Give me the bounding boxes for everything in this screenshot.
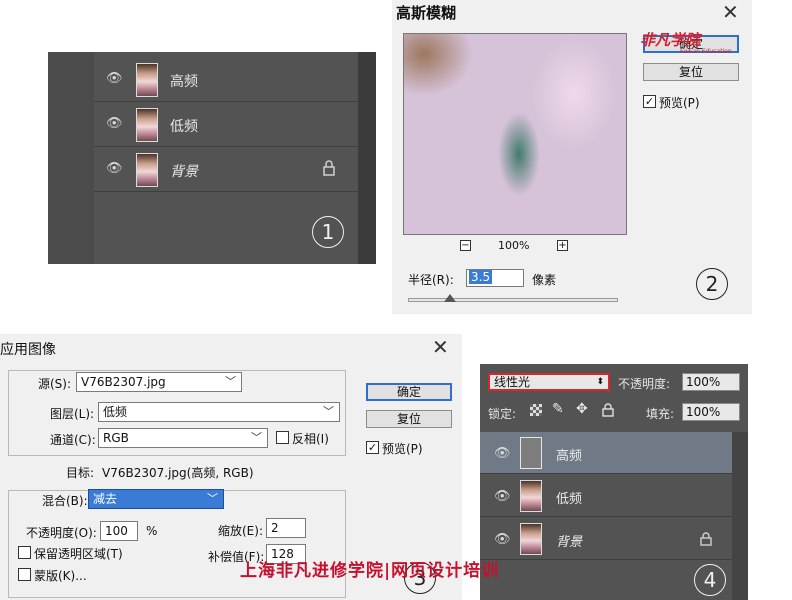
reset-button[interactable]: 复位 [366,410,452,428]
blending-label: 混合(B): [42,494,88,508]
lock-label: 锁定: [488,407,517,421]
layer-thumbnail [520,480,542,512]
channel-value: RGB [103,431,129,445]
target-label: 目标: [66,466,95,480]
watermark-text: 上海非凡进修学院|网页设计培训 [240,561,500,581]
lock-icon [700,532,712,546]
preview-checkbox[interactable]: ✓ [366,441,379,454]
layer-value: 低频 [103,405,128,419]
opacity-unit: % [146,524,158,538]
lock-icon[interactable] [602,403,614,417]
radius-input[interactable]: 3.5 [466,269,524,287]
fill-label: 填充: [646,407,675,421]
layer-name: 低频 [170,119,198,135]
layer-name: 背景 [170,164,198,180]
source-select[interactable]: V76B2307.jpg ﹀ [76,372,242,392]
preserve-transparency-label: 保留透明区域(T) [34,547,123,561]
preview-checkbox[interactable]: ✓ [643,95,656,108]
preview-label: 预览(P) [659,96,700,110]
layer-row-background[interactable]: 👁 背景 [94,148,358,192]
panel-left-gutter [48,52,94,264]
mask-checkbox[interactable] [18,568,31,581]
step-number-4: 4 [694,564,726,596]
mask-label: 蒙版(K)... [34,569,87,583]
step-number-1: 1 [312,216,344,248]
chevron-down-icon: ﹀ [207,492,218,505]
lock-icon [323,160,335,176]
zoom-level: 100% [498,239,530,252]
blending-value: 减去 [93,492,118,506]
dialog-title: 应用图像 [0,342,56,358]
target-value: V76B2307.jpg(高频, RGB) [102,466,254,480]
ok-button[interactable]: 确定 [366,383,452,401]
radius-label: 半径(R): [408,273,454,287]
radius-slider-thumb[interactable] [444,294,456,302]
radius-value: 3.5 [469,270,493,284]
panel-scrollbar[interactable] [358,52,376,264]
reset-button[interactable]: 复位 [643,63,739,81]
updown-icon: ⬍ [596,377,604,387]
channel-select[interactable]: RGB ﹀ [98,428,268,448]
eye-icon[interactable]: 👁 [106,162,123,176]
lock-transparent-pixels-icon[interactable] [530,404,542,416]
blend-mode-value: 线性光 [494,375,531,389]
eye-icon[interactable]: 👁 [106,72,123,86]
fill-input[interactable]: 100% [682,403,740,421]
channel-label: 通道(C): [50,433,96,447]
opacity-input[interactable]: 100 [100,521,138,541]
layer-row-high[interactable]: 👁 高频 [94,58,358,102]
dialog-title: 高斯模糊 [396,4,457,22]
eye-icon[interactable]: 👁 [494,532,511,547]
layer-name: 低频 [556,492,583,507]
invert-checkbox[interactable] [276,431,289,444]
move-icon[interactable]: ✥ [576,401,588,417]
close-icon[interactable]: ✕ [432,335,449,359]
preserve-transparency-checkbox[interactable] [18,546,31,559]
layer-name: 高频 [556,449,583,464]
layer-thumbnail [520,437,542,469]
layer-label: 图层(L): [50,407,95,421]
layer-row-low[interactable]: 👁 低频 [94,103,358,147]
blur-preview-area[interactable] [403,33,627,235]
scale-label: 缩放(E): [218,524,263,538]
layer-thumbnail [520,523,542,555]
opacity-input[interactable]: 100% [682,373,740,391]
close-icon[interactable]: ✕ [722,0,739,24]
radius-slider-track[interactable] [408,298,618,302]
layer-thumbnail [136,153,158,187]
layer-thumbnail [136,108,158,142]
opacity-label: 不透明度(O): [26,526,97,540]
source-label: 源(S): [38,377,72,391]
invert-label: 反相(I) [292,432,329,446]
chevron-down-icon: ﹀ [251,431,262,444]
step-number-2: 2 [696,268,728,300]
layer-row-background[interactable]: 👁 背景 [480,518,732,560]
layer-select[interactable]: 低频 ﹀ [98,402,340,422]
layer-name: 高频 [170,74,198,90]
preview-label: 预览(P) [382,442,423,456]
blending-select[interactable]: 减去 ﹀ [88,489,224,509]
eye-icon[interactable]: 👁 [106,117,123,131]
blend-mode-select[interactable]: 线性光 ⬍ [488,373,610,391]
chevron-down-icon: ﹀ [225,375,236,388]
zoom-in-button[interactable]: + [557,240,568,251]
zoom-out-button[interactable]: − [460,240,471,251]
layers-panel-4: 线性光 ⬍ 不透明度: 100% 锁定: ✎ ✥ 填充: 100% 👁 高频 👁… [480,364,748,600]
layer-thumbnail [136,63,158,97]
brand-logo-subtitle: FeiFan Education [680,48,732,55]
layer-row-low[interactable]: 👁 低频 [480,475,732,517]
scale-input[interactable]: 2 [266,518,306,538]
chevron-down-icon: ﹀ [323,405,334,418]
radius-unit: 像素 [532,273,557,287]
eye-icon[interactable]: 👁 [494,489,511,504]
panel-scrollbar[interactable] [732,432,748,600]
layer-row-high[interactable]: 👁 高频 [480,432,732,474]
brush-icon[interactable]: ✎ [552,401,564,417]
source-value: V76B2307.jpg [81,375,166,389]
brand-logo: 非凡学院 [640,31,701,49]
eye-icon[interactable]: 👁 [494,446,511,461]
opacity-label: 不透明度: [618,377,671,391]
layers-panel-1: 👁 高频 👁 低频 👁 背景 1 [48,52,376,264]
layer-name: 背景 [556,535,583,550]
